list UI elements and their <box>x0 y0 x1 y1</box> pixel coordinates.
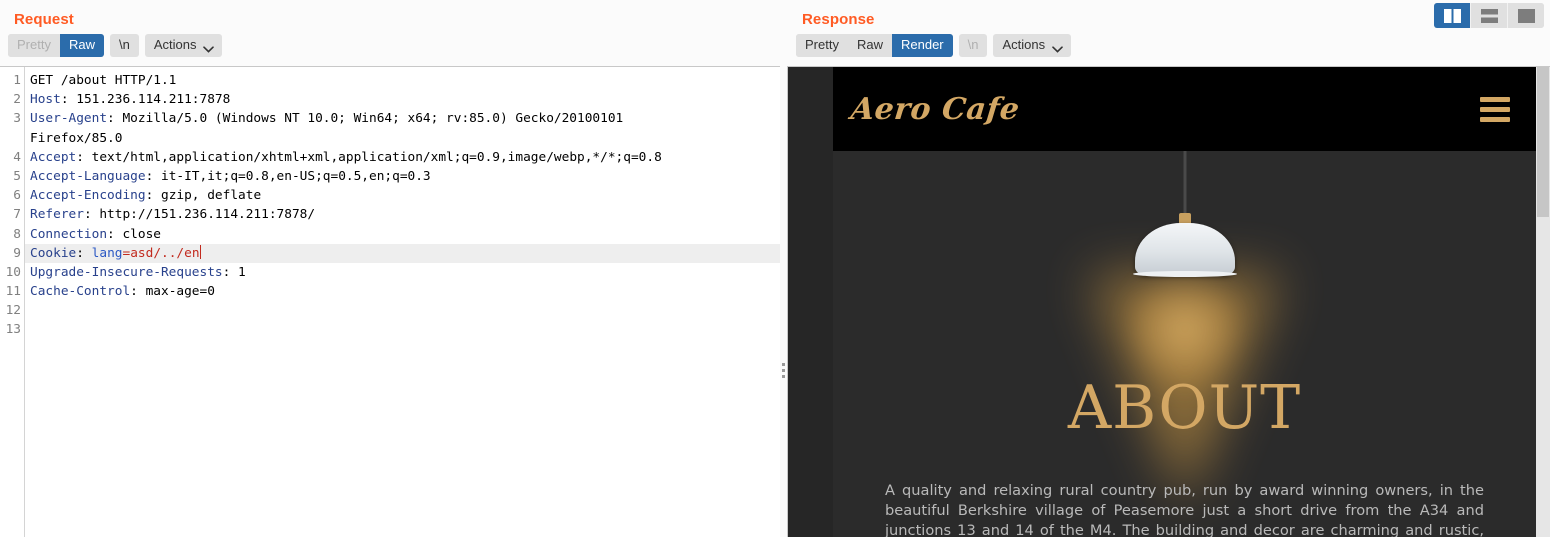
line-text: : http://151.236.114.211:7878/ <box>83 207 316 223</box>
request-raw-button[interactable]: Raw <box>59 33 104 57</box>
request-line[interactable]: Referer: http://151.236.114.211:7878/ <box>25 205 780 224</box>
line-text: GET /about HTTP/1.1 <box>30 73 177 88</box>
request-line[interactable] <box>25 301 780 320</box>
line-text: : gzip, deflate <box>145 188 262 204</box>
request-pane: Request Pretty Raw \n Actions 1234567891… <box>0 0 780 537</box>
request-actions-label: Actions <box>153 36 197 52</box>
stacked-layout-button[interactable] <box>1471 3 1508 28</box>
response-vertical-scrollbar[interactable] <box>1536 67 1550 537</box>
request-title: Request <box>14 11 74 28</box>
site-navbar: Aero Cafe <box>833 67 1536 151</box>
header-name: Accept <box>30 149 77 165</box>
response-render-button[interactable]: Render <box>891 33 953 57</box>
line-text: : 1 <box>222 264 246 280</box>
response-newline-button[interactable]: \n <box>958 33 988 57</box>
line-number: 12 <box>5 303 21 319</box>
header-name: Host <box>30 92 61 108</box>
single-pane-layout-button[interactable] <box>1508 3 1544 28</box>
header-name: Cache-Control <box>30 284 131 300</box>
response-actions-button[interactable]: Actions <box>993 33 1072 57</box>
hamburger-menu-icon[interactable] <box>1480 96 1510 122</box>
response-scrollbar-thumb[interactable] <box>1537 67 1549 217</box>
line-number: 6 <box>13 188 21 204</box>
response-view-mode-group: Pretty Raw Render <box>796 33 953 57</box>
line-text: : Mozilla/5.0 (Windows NT 10.0; Win64; x… <box>107 111 624 127</box>
header-name: Accept-Language <box>30 168 146 184</box>
lamp-shade-lip <box>1132 271 1237 277</box>
line-number: 5 <box>13 168 21 184</box>
request-line[interactable]: Accept: text/html,application/xhtml+xml,… <box>25 148 780 167</box>
request-line[interactable]: GET /about HTTP/1.1 <box>25 71 780 90</box>
request-newline-button[interactable]: \n <box>109 33 139 57</box>
rendered-website: Aero Cafe ABOUT A quality and relaxing r… <box>833 67 1536 537</box>
request-actions-button[interactable]: Actions <box>144 33 223 57</box>
text-cursor <box>199 244 201 259</box>
line-text: : close <box>107 226 161 242</box>
line-number: 8 <box>13 226 21 242</box>
line-text: : <box>76 245 92 261</box>
chevron-down-icon <box>1052 41 1063 53</box>
line-text: : max-age=0 <box>130 284 215 300</box>
line-number: 9 <box>13 245 21 261</box>
about-paragraph: A quality and relaxing rural country pub… <box>885 482 1484 537</box>
lamp-shade <box>1134 223 1235 275</box>
line-text: : text/html,application/xhtml+xml,applic… <box>76 149 662 165</box>
response-pane: Response Pretty Raw Render \n Actions Ae… <box>788 0 1550 537</box>
request-view-mode-group: Pretty Raw <box>8 33 104 57</box>
site-hero: ABOUT A quality and relaxing rural count… <box>833 151 1536 537</box>
response-toolbar: Pretty Raw Render \n Actions <box>788 30 1550 62</box>
request-line[interactable]: Firefox/85.0 <box>25 129 780 148</box>
line-number: 4 <box>13 149 21 165</box>
line-number: 11 <box>5 284 21 300</box>
request-pretty-button[interactable]: Pretty <box>8 33 60 57</box>
response-pretty-button[interactable]: Pretty <box>796 33 848 57</box>
request-code-area[interactable]: GET /about HTTP/1.1 Host: 151.236.114.211… <box>25 67 780 537</box>
header-name: User-Agent <box>30 111 108 127</box>
pane-splitter[interactable] <box>780 0 788 537</box>
header-name: Referer <box>30 207 84 223</box>
line-number: 1 <box>13 73 21 88</box>
line-number: 7 <box>13 207 21 223</box>
cookie-param-value: asd/../en <box>130 245 200 261</box>
chevron-down-icon <box>203 41 215 53</box>
request-line[interactable]: Cookie: lang=asd/../en <box>25 243 780 263</box>
request-line[interactable]: Host: 151.236.114.211:7878 <box>25 90 780 109</box>
header-name: Cookie <box>30 245 77 261</box>
response-render-area: Aero Cafe ABOUT A quality and relaxing r… <box>788 66 1550 537</box>
splitter-grip[interactable] <box>782 363 786 378</box>
line-text: : it-IT,it;q=0.8,en-US;q=0.5,en;q=0.3 <box>145 168 431 184</box>
header-name: Upgrade-Insecure-Requests <box>30 264 223 280</box>
response-raw-button[interactable]: Raw <box>847 33 892 57</box>
line-number: 2 <box>13 92 21 108</box>
layout-toggle-group <box>1434 3 1544 28</box>
request-line[interactable]: Cache-Control: max-age=0 <box>25 282 780 301</box>
lamp-glow-core <box>1124 269 1245 389</box>
line-number: 10 <box>5 264 21 280</box>
header-name: Connection <box>30 226 108 242</box>
request-line[interactable]: Accept-Encoding: gzip, deflate <box>25 186 780 205</box>
line-number: 13 <box>5 322 21 338</box>
request-line[interactable] <box>25 320 780 339</box>
request-line[interactable]: Accept-Language: it-IT,it;q=0.8,en-US;q=… <box>25 167 780 186</box>
line-text: : 151.236.114.211:7878 <box>60 92 231 108</box>
response-actions-label: Actions <box>1002 36 1046 52</box>
request-line[interactable]: Upgrade-Insecure-Requests: 1 <box>25 263 780 282</box>
request-line-numbers: 1 2 3 4 5 6 7 8 9 10 11 12 13 <box>0 67 25 537</box>
burp-repeater-panels: Request Pretty Raw \n Actions 1234567891… <box>0 0 1550 537</box>
request-editor[interactable]: 1 2 3 4 5 6 7 8 9 10 11 12 13 GET /about HTTP/1.1 Hos… <box>0 66 780 537</box>
side-by-side-layout-button[interactable] <box>1434 3 1471 28</box>
line-number: 3 <box>13 111 21 127</box>
request-line[interactable]: User-Agent: Mozilla/5.0 (Windows NT 10.0… <box>25 109 780 128</box>
site-brand[interactable]: Aero Cafe <box>849 92 1021 127</box>
cookie-param-name: lang <box>91 245 123 261</box>
line-text: Firefox/85.0 <box>30 130 123 146</box>
about-heading: ABOUT <box>1067 373 1302 443</box>
header-name: Accept-Encoding <box>30 188 146 204</box>
line-number <box>0 129 24 148</box>
request-line[interactable]: Connection: close <box>25 225 780 244</box>
request-toolbar: Pretty Raw \n Actions <box>0 30 780 62</box>
lamp-cord <box>1183 151 1186 219</box>
